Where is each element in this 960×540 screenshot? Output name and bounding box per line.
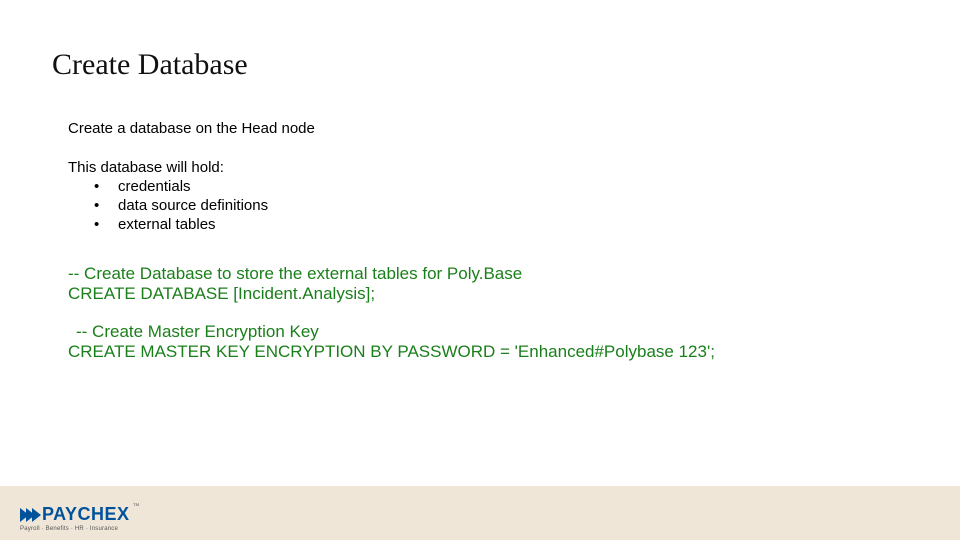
- logo-tagline: Payroll · Benefits · HR · Insurance: [20, 526, 139, 532]
- code-block-2: -- Create Master Encryption Key CREATE M…: [68, 322, 888, 362]
- lead-text: Create a database on the Head node: [68, 120, 888, 137]
- bullet-list: credentials data source definitions exte…: [68, 178, 888, 234]
- body-content: Create a database on the Head node This …: [68, 120, 888, 362]
- list-item: credentials: [94, 178, 888, 197]
- sql-comment: -- Create Master Encryption Key: [76, 322, 888, 342]
- list-item: data source definitions: [94, 197, 888, 216]
- list-item: external tables: [94, 216, 888, 235]
- chevron-icon: [20, 508, 38, 522]
- logo-top-row: PAYCHEX ™: [20, 504, 139, 525]
- slide: Create Database Create a database on the…: [0, 0, 960, 540]
- paychex-logo: PAYCHEX ™ Payroll · Benefits · HR · Insu…: [20, 504, 139, 532]
- code-block-1: -- Create Database to store the external…: [68, 264, 888, 304]
- sql-comment: -- Create Database to store the external…: [68, 264, 888, 284]
- footer-bar: PAYCHEX ™ Payroll · Benefits · HR · Insu…: [0, 486, 960, 540]
- sql-statement: CREATE MASTER KEY ENCRYPTION BY PASSWORD…: [68, 342, 888, 362]
- sql-statement: CREATE DATABASE [Incident.Analysis];: [68, 284, 888, 304]
- subhead-text: This database will hold:: [68, 159, 888, 176]
- page-title: Create Database: [52, 48, 248, 82]
- trademark-icon: ™: [133, 503, 140, 510]
- logo-text: PAYCHEX: [42, 504, 130, 525]
